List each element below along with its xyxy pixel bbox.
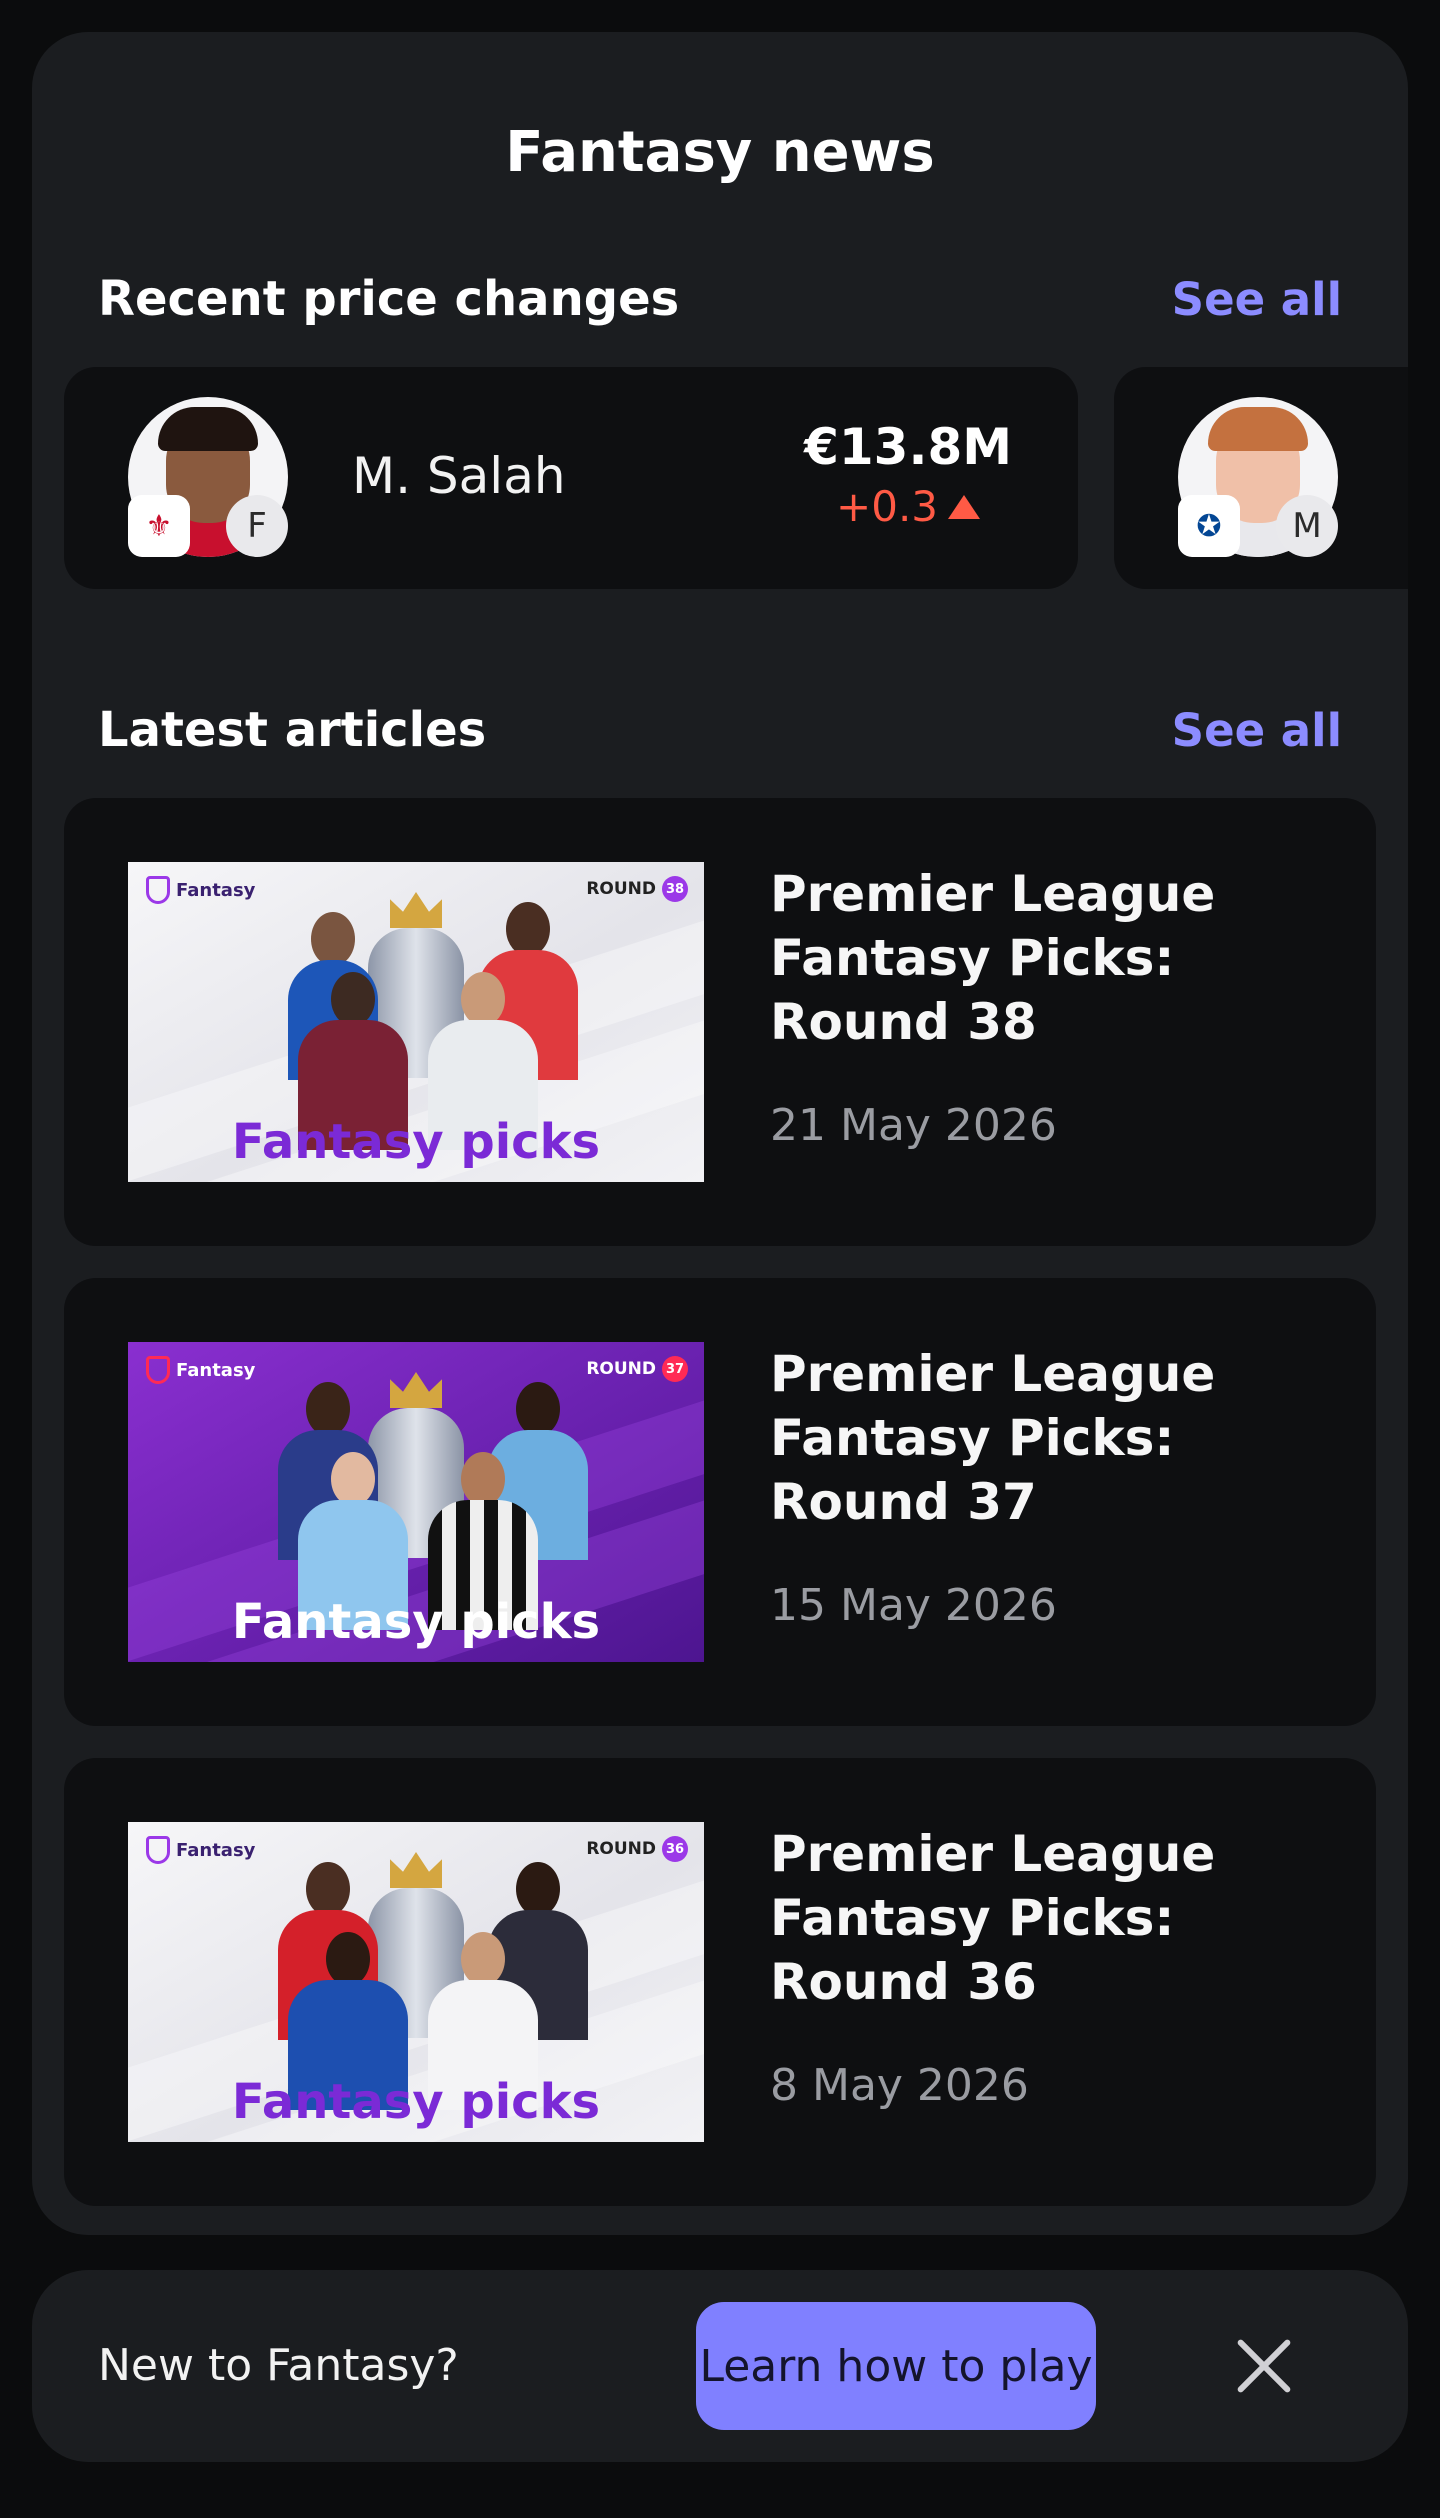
- round-tag: ROUND 38: [586, 876, 688, 902]
- thumbnail-label: Fantasy picks: [231, 2074, 601, 2130]
- article-card[interactable]: Fantasy ROUND 36 Fantasy picks Premier Le…: [64, 1758, 1376, 2206]
- player-name: M. Salah: [352, 447, 566, 505]
- price-changes-title: Recent price changes: [98, 271, 680, 327]
- price-up-arrow-icon: [948, 495, 981, 519]
- fantasy-logo-icon: [146, 1836, 170, 1864]
- article-title: Premier League Fantasy Picks: Round 38: [770, 865, 1216, 1051]
- article-thumbnail: Fantasy ROUND 36 Fantasy picks: [128, 1822, 704, 2142]
- learn-how-to-play-button[interactable]: Learn how to play: [696, 2302, 1096, 2430]
- panel-title: Fantasy news: [505, 120, 935, 185]
- fantasy-logo-icon: [146, 876, 170, 904]
- thumbnail-label: Fantasy picks: [231, 1594, 601, 1650]
- articles-title: Latest articles: [98, 702, 487, 758]
- price-change: +0.3: [804, 479, 1012, 535]
- article-date: 15 May 2026: [770, 1580, 1057, 1631]
- price-change-card[interactable]: ⚜ F M. Salah €13.8M +0.3: [64, 367, 1078, 589]
- round-tag: ROUND 36: [586, 1836, 688, 1862]
- price-changes-see-all-link[interactable]: See all: [1172, 273, 1342, 326]
- price-change-card[interactable]: ✪ M: [1114, 367, 1408, 589]
- player-figure: [298, 1452, 408, 1630]
- fantasy-news-panel: Fantasy news Recent price changes See al…: [32, 32, 1408, 2235]
- article-card[interactable]: Fantasy ROUND 38 Fantasy picks Premier Le…: [64, 798, 1376, 1246]
- round-tag: ROUND 37: [586, 1356, 688, 1382]
- price-changes-header: Recent price changes See all: [98, 264, 1342, 334]
- player-figure: [288, 1932, 408, 2110]
- fantasy-logo-icon: [146, 1356, 170, 1384]
- player-price: €13.8M: [804, 418, 1012, 476]
- articles-see-all-link[interactable]: See all: [1172, 704, 1342, 757]
- price-change-value: +0.3: [836, 482, 939, 531]
- player-figure: [298, 972, 408, 1150]
- articles-header: Latest articles See all: [98, 695, 1342, 765]
- article-thumbnail: Fantasy ROUND 37 Fantasy picks: [128, 1342, 704, 1662]
- fantasy-brand: Fantasy: [146, 1356, 255, 1384]
- onboarding-banner: New to Fantasy? Learn how to play: [32, 2270, 1408, 2462]
- fantasy-brand: Fantasy: [146, 1836, 255, 1864]
- position-badge: F: [226, 495, 288, 557]
- player-figure: [428, 1932, 538, 2110]
- close-icon[interactable]: [1232, 2334, 1296, 2398]
- thumbnail-label: Fantasy picks: [231, 1114, 601, 1170]
- article-thumbnail: Fantasy ROUND 38 Fantasy picks: [128, 862, 704, 1182]
- price-block: €13.8M +0.3: [804, 415, 1012, 535]
- liverpool-crest-icon: ⚜: [128, 495, 190, 557]
- fantasy-brand: Fantasy: [146, 876, 255, 904]
- article-title: Premier League Fantasy Picks: Round 36: [770, 1825, 1216, 2011]
- article-date: 21 May 2026: [770, 1100, 1057, 1151]
- position-badge: M: [1276, 495, 1338, 557]
- player-figure: [428, 972, 538, 1150]
- chelsea-crest-icon: ✪: [1178, 495, 1240, 557]
- player-figure: [428, 1452, 538, 1630]
- article-title: Premier League Fantasy Picks: Round 37: [770, 1345, 1216, 1531]
- article-date: 8 May 2026: [770, 2060, 1029, 2111]
- banner-text: New to Fantasy?: [98, 2340, 459, 2391]
- article-card[interactable]: Fantasy ROUND 37 Fantasy picks Premier Le…: [64, 1278, 1376, 1726]
